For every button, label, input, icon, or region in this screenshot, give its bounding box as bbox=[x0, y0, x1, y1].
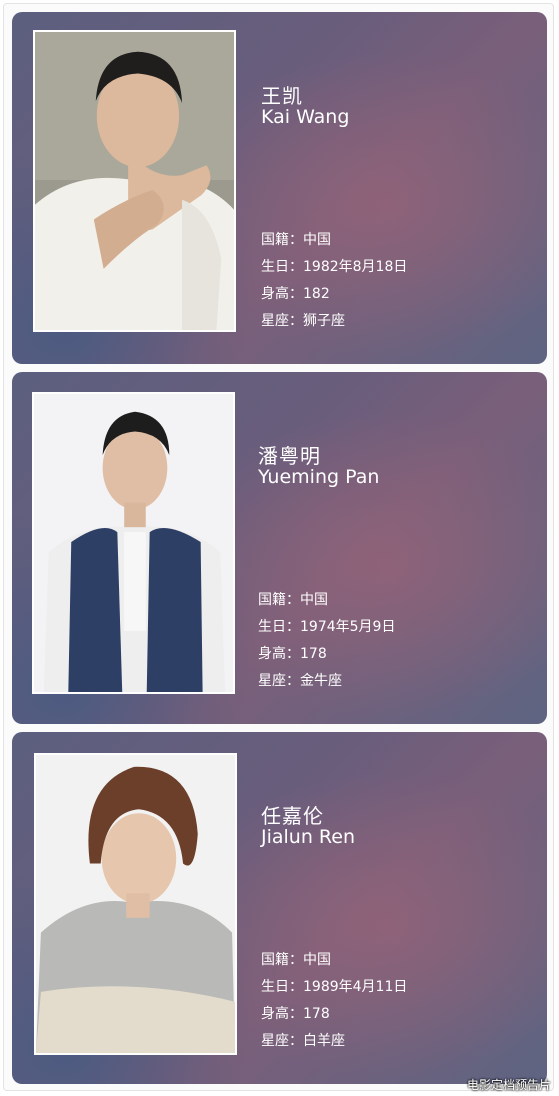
zodiac-label: 星座： bbox=[261, 1033, 303, 1049]
height-value: 178 bbox=[303, 1006, 330, 1022]
actor-name-english: Jialun Ren bbox=[261, 826, 356, 848]
birthday-row: 生日：1982年8月18日 bbox=[261, 257, 407, 284]
zodiac-value: 白羊座 bbox=[303, 1033, 345, 1049]
nationality-value: 中国 bbox=[303, 232, 331, 248]
zodiac-label: 星座： bbox=[261, 313, 303, 329]
birthday-value: 1982年8月18日 bbox=[303, 259, 408, 275]
nationality-value: 中国 bbox=[303, 952, 331, 968]
actor-name-chinese: 任嘉伦 bbox=[261, 804, 324, 828]
nationality-row: 国籍：中国 bbox=[261, 950, 407, 977]
height-label: 身高： bbox=[261, 1006, 303, 1022]
watermark: 电影定档预告片 bbox=[466, 1078, 551, 1092]
zodiac-value: 金牛座 bbox=[300, 673, 342, 689]
actor-card: 潘粤明 Yueming Pan 国籍：中国 生日：1974年5月9日 身高：17… bbox=[12, 372, 547, 724]
actor-info: 国籍：中国 生日：1982年8月18日 身高：182 星座：狮子座 bbox=[261, 230, 407, 338]
birthday-label: 生日： bbox=[261, 259, 303, 275]
actor-card: 王凯 Kai Wang 国籍：中国 生日：1982年8月18日 身高：182 星… bbox=[12, 12, 547, 364]
actor-card: 任嘉伦 Jialun Ren 国籍：中国 生日：1989年4月11日 身高：17… bbox=[12, 732, 547, 1084]
nationality-row: 国籍：中国 bbox=[261, 230, 407, 257]
birthday-label: 生日： bbox=[258, 619, 300, 635]
height-value: 182 bbox=[303, 286, 330, 302]
birthday-value: 1989年4月11日 bbox=[303, 979, 408, 995]
actor-photo bbox=[33, 30, 236, 332]
nationality-label: 国籍： bbox=[261, 952, 303, 968]
zodiac-label: 星座： bbox=[258, 673, 300, 689]
actor-name-chinese: 潘粤明 bbox=[258, 444, 321, 468]
nationality-label: 国籍： bbox=[258, 592, 300, 608]
zodiac-value: 狮子座 bbox=[303, 313, 345, 329]
zodiac-row: 星座：狮子座 bbox=[261, 311, 407, 338]
height-row: 身高：182 bbox=[261, 284, 407, 311]
actor-name-english: Kai Wang bbox=[261, 106, 350, 128]
height-row: 身高：178 bbox=[261, 1004, 407, 1031]
height-row: 身高：178 bbox=[258, 644, 395, 671]
actor-name-chinese: 王凯 bbox=[261, 84, 303, 108]
nationality-value: 中国 bbox=[300, 592, 328, 608]
actor-name-english: Yueming Pan bbox=[258, 466, 380, 488]
actor-photo bbox=[32, 392, 235, 694]
birthday-value: 1974年5月9日 bbox=[300, 619, 396, 635]
nationality-label: 国籍： bbox=[261, 232, 303, 248]
zodiac-row: 星座：白羊座 bbox=[261, 1031, 407, 1058]
birthday-row: 生日：1974年5月9日 bbox=[258, 617, 395, 644]
height-value: 178 bbox=[300, 646, 327, 662]
birthday-row: 生日：1989年4月11日 bbox=[261, 977, 407, 1004]
height-label: 身高： bbox=[258, 646, 300, 662]
height-label: 身高： bbox=[261, 286, 303, 302]
actor-photo bbox=[34, 753, 237, 1055]
actor-info: 国籍：中国 生日：1989年4月11日 身高：178 星座：白羊座 bbox=[261, 950, 407, 1058]
actor-info: 国籍：中国 生日：1974年5月9日 身高：178 星座：金牛座 bbox=[258, 590, 395, 698]
nationality-row: 国籍：中国 bbox=[258, 590, 395, 617]
birthday-label: 生日： bbox=[261, 979, 303, 995]
zodiac-row: 星座：金牛座 bbox=[258, 671, 395, 698]
